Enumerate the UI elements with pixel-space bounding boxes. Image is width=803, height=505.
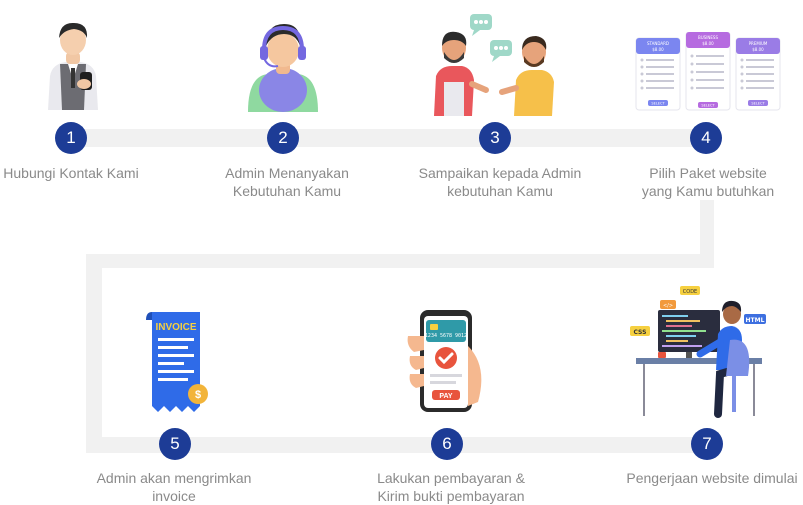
pay-button-label: PAY: [439, 393, 453, 400]
plan-premium-name: PREMIUM: [749, 41, 768, 46]
connector-right: [700, 200, 714, 262]
plan-premium-button: SELECT: [751, 102, 765, 106]
step-6-number: 6: [431, 428, 463, 460]
step-6-label-line-2: Kirim bukti pembayaran: [377, 488, 525, 504]
tag-code: CODE: [683, 289, 697, 295]
step-1-label: Hubungi Kontak Kami: [3, 164, 138, 182]
connector-top: [70, 129, 713, 147]
person-phone-icon: [38, 18, 108, 110]
invoice-title: INVOICE: [155, 322, 196, 333]
step-3-label-line-2: kebutuhan Kamu: [447, 183, 553, 199]
step-2-label-line-1: Admin Menanyakan: [225, 165, 349, 181]
step-4-label-line-2: yang Kamu butuhkan: [641, 183, 775, 199]
tag-markup: </>: [663, 303, 673, 309]
step-4-number: 4: [690, 122, 722, 154]
step-4-label: Pilih Paket website yang Kamu butuhkan: [642, 164, 774, 200]
step-7-label: Pengerjaan website dimulai: [626, 469, 797, 487]
step-5-label: Admin akan mengrimkan invoice: [97, 469, 252, 505]
step-5-label-line-1: Admin akan mengrimkan: [96, 470, 252, 486]
connector-left: [86, 254, 102, 452]
plan-premium-price: $8.00: [752, 47, 764, 52]
plan-standard-name: STANDARD: [647, 41, 669, 46]
svg-text:$: $: [195, 389, 201, 401]
step-3-label: Sampaikan kepada Admin kebutuhan Kamu: [419, 164, 582, 200]
step-7-number: 7: [691, 428, 723, 460]
plan-business-button: SELECT: [701, 104, 715, 108]
tag-css: CSS: [634, 329, 647, 336]
step-4-label-line-1: Pilih Paket website: [649, 165, 767, 181]
pricing-table-icon: STANDARD $8.00 SELECT BUSINESS $8.00 SEL…: [634, 32, 784, 112]
connector-middle: [86, 254, 714, 268]
card-number: 1234 5678 9012: [425, 333, 467, 339]
tag-html: HTML: [746, 317, 765, 324]
step-2-label: Admin Menanyakan Kebutuhan Kamu: [225, 164, 349, 200]
plan-standard-price: $8.00: [652, 47, 664, 52]
plan-standard-button: SELECT: [651, 102, 665, 106]
step-6-label-line-1: Lakukan pembayaran &: [377, 470, 525, 486]
step-2-number: 2: [267, 122, 299, 154]
step-1-label-line-1: Hubungi Kontak Kami: [3, 165, 139, 181]
step-7-label-line-1: Pengerjaan website dimulai: [626, 470, 798, 486]
step-1-number: 1: [55, 122, 87, 154]
invoice-icon: INVOICE $: [138, 306, 214, 416]
plan-business-price: $8.00: [702, 41, 714, 46]
step-3-label-line-1: Sampaikan kepada Admin: [418, 165, 582, 181]
conversation-icon: [432, 10, 556, 116]
step-2-label-line-2: Kebutuhan Kamu: [232, 183, 342, 199]
step-3-number: 3: [479, 122, 511, 154]
step-5-label-line-2: invoice: [152, 488, 196, 504]
admin-headset-icon: [244, 16, 322, 112]
mobile-payment-icon: 1234 5678 9012 PAY: [406, 306, 490, 416]
developer-icon: CODE </> HTML CSS: [630, 284, 770, 418]
step-6-label: Lakukan pembayaran & Kirim bukti pembaya…: [377, 469, 525, 505]
plan-business-name: BUSINESS: [698, 35, 718, 40]
step-5-number: 5: [159, 428, 191, 460]
